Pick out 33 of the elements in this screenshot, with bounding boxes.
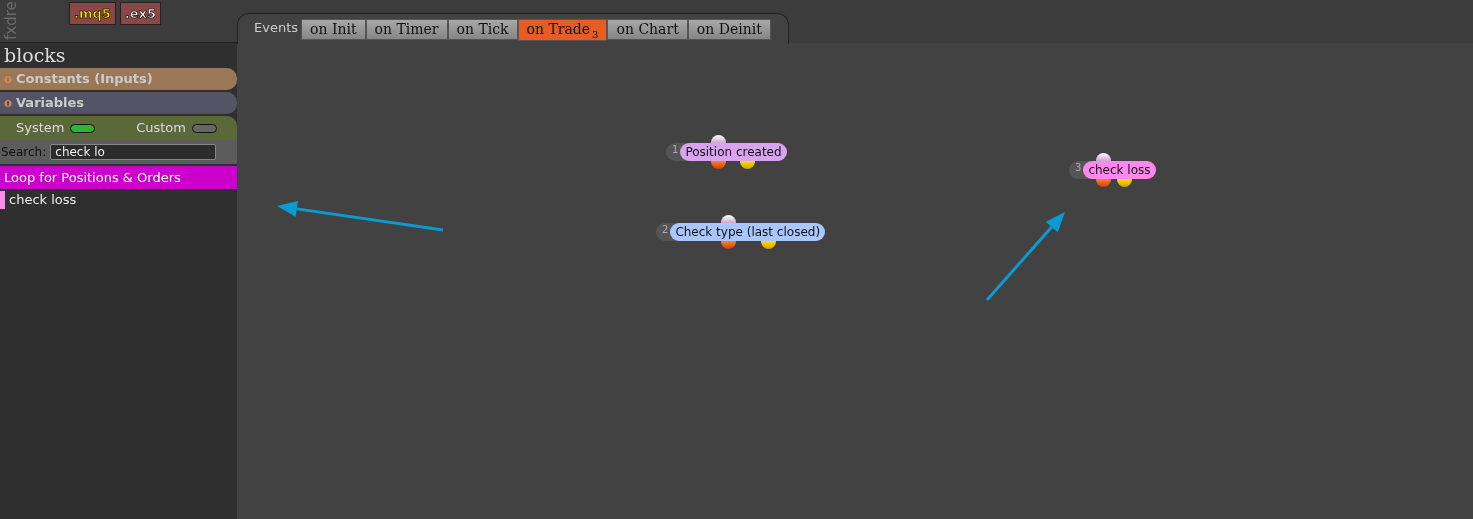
search-field[interactable]: check lo	[50, 144, 217, 160]
events-label: Events	[254, 19, 298, 36]
toggle-switch[interactable]	[192, 123, 217, 133]
node-block[interactable]: check loss	[1083, 161, 1156, 179]
event-tab[interactable]: on Trade$_{3}$	[517, 19, 608, 41]
output-port[interactable]	[721, 241, 736, 249]
output-port[interactable]	[1096, 179, 1111, 187]
node-block[interactable]: Check type (last closed)	[670, 223, 826, 241]
toggle-label: Custom	[136, 119, 186, 138]
output-port[interactable]	[740, 161, 755, 169]
count-label: 3	[592, 29, 599, 40]
search-label: Search:	[1, 144, 47, 161]
input-port[interactable]	[1096, 153, 1111, 161]
sidebar-title: blocks	[3, 44, 67, 66]
toggle-label: System	[16, 119, 65, 138]
block-item[interactable]: check loss	[9, 190, 77, 210]
output-port[interactable]	[711, 161, 726, 169]
output-port[interactable]	[761, 241, 776, 249]
event-tab[interactable]: on Chart	[607, 19, 688, 40]
category-header[interactable]: Loop for Positions & Orders	[0, 166, 237, 189]
event-tab[interactable]: on Tick	[447, 19, 518, 40]
node-block[interactable]: Position created	[680, 143, 787, 161]
file-button[interactable]: .ex5	[119, 2, 162, 25]
event-tab[interactable]: on Init	[301, 19, 366, 40]
expand-icon: o	[4, 94, 12, 112]
input-port[interactable]	[711, 135, 726, 143]
event-tab[interactable]: on Timer	[365, 19, 448, 40]
event-tab[interactable]: on Deinit	[687, 19, 771, 40]
output-port[interactable]	[1117, 179, 1132, 187]
section-header[interactable]: o Variables	[0, 92, 237, 114]
input-port[interactable]	[721, 215, 736, 223]
toggle-switch[interactable]	[70, 123, 96, 133]
expand-icon: o	[4, 70, 12, 88]
